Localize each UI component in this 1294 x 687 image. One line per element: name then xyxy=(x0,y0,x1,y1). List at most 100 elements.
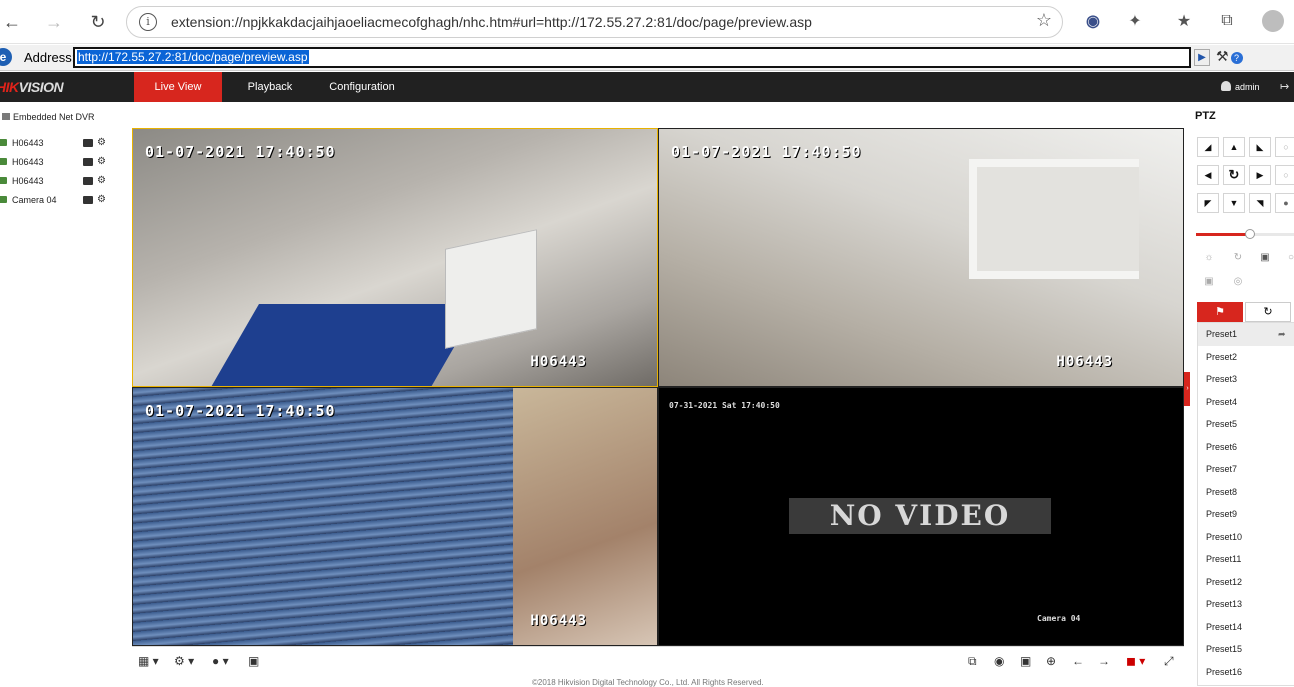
tab-configuration[interactable]: Configuration xyxy=(318,72,406,102)
ptz-up-right-icon[interactable]: ◣ xyxy=(1249,137,1271,157)
prev-page-icon[interactable]: ← xyxy=(1072,654,1084,668)
ptz-icon[interactable]: ⚙ xyxy=(97,194,106,205)
profile-avatar[interactable] xyxy=(1262,10,1284,32)
capture-all-icon[interactable]: ⧉ xyxy=(968,654,977,669)
ptz-speed-slider[interactable] xyxy=(1196,229,1294,239)
preset-label: Preset4 xyxy=(1206,396,1238,407)
video-pane-1[interactable]: 01-07-2021 17:40:50 H06443 xyxy=(132,128,658,387)
record-icon[interactable] xyxy=(83,139,93,147)
preset-item[interactable]: Preset15 xyxy=(1198,638,1294,661)
speed-knob[interactable] xyxy=(1244,229,1255,239)
camera-icon xyxy=(0,158,7,165)
record-icon[interactable] xyxy=(83,196,93,204)
fullscreen-icon[interactable]: ⤢ xyxy=(1164,654,1174,669)
zoom-icon[interactable]: ⊕ xyxy=(1046,654,1056,668)
collections-icon[interactable]: ⧉ xyxy=(1215,9,1239,33)
preset-item[interactable]: Preset3 xyxy=(1198,368,1294,391)
preset-item[interactable]: Preset10 xyxy=(1198,526,1294,549)
tree-camera[interactable]: H06443 ⚙ xyxy=(0,135,132,153)
preset-item[interactable]: Preset5 xyxy=(1198,413,1294,436)
preset-item[interactable]: Preset12 xyxy=(1198,571,1294,594)
preset-item[interactable]: Preset2 xyxy=(1198,346,1294,369)
tree-camera[interactable]: H06443 ⚙ xyxy=(0,173,132,191)
preset-item[interactable]: Preset11 xyxy=(1198,548,1294,571)
zoom-in-icon[interactable]: ○ xyxy=(1275,137,1294,157)
ptz-auto-icon[interactable]: ↻ xyxy=(1223,165,1245,185)
camera-icon[interactable]: ◉ xyxy=(994,654,1004,668)
preset-label: Preset5 xyxy=(1206,419,1238,429)
preset-tabs: ⚑ ↻ xyxy=(1197,302,1294,322)
ptz-down-icon[interactable]: ▼ xyxy=(1223,193,1245,213)
preset-item[interactable]: Preset14 xyxy=(1198,616,1294,639)
video-grid: 01-07-2021 17:40:50 H06443 01-07-2021 17… xyxy=(132,128,1184,646)
ptz-up-icon[interactable]: ▲ xyxy=(1223,137,1245,157)
window-icon[interactable]: ▣ xyxy=(248,654,259,668)
user-menu[interactable]: admin xyxy=(1221,81,1260,92)
next-page-icon[interactable]: → xyxy=(1098,654,1110,668)
auto-focus-icon[interactable]: ▣ xyxy=(1254,249,1276,267)
record-icon[interactable] xyxy=(83,158,93,166)
tab-live-view[interactable]: Live View xyxy=(134,72,222,102)
mute-icon[interactable]: ◼ ▾ xyxy=(1126,654,1145,668)
ptz-down-right-icon[interactable]: ◥ xyxy=(1249,193,1271,213)
logout-icon[interactable]: ↦ xyxy=(1280,80,1289,93)
preset-item[interactable]: Preset7 xyxy=(1198,458,1294,481)
extension-icon[interactable]: ◉ xyxy=(1081,9,1105,33)
preset-tab-icon[interactable]: ⚑ xyxy=(1197,302,1243,322)
favorites-icon[interactable]: ★ xyxy=(1172,9,1196,33)
iris-icon[interactable]: ● xyxy=(1275,193,1294,213)
preset-item[interactable]: Preset9 xyxy=(1198,503,1294,526)
record-icon[interactable] xyxy=(83,177,93,185)
layout-icon[interactable]: ▦ ▾ xyxy=(138,654,159,668)
tree-camera[interactable]: Camera 04 ⚙ xyxy=(0,192,132,210)
ptz-right-icon[interactable]: ▶ xyxy=(1249,165,1271,185)
forward-icon[interactable]: → xyxy=(40,8,68,36)
call-preset-icon[interactable]: ➦ xyxy=(1278,323,1286,345)
ptz-icon[interactable]: ⚙ xyxy=(97,175,106,186)
microphone-icon[interactable]: ● ▾ xyxy=(212,654,229,668)
help-icon[interactable]: ? xyxy=(1230,52,1243,64)
ptz-control-icon[interactable]: ⚙ ▾ xyxy=(174,654,194,668)
omnibox[interactable]: i extension://npjkkakdacjaihjaoeliacmeco… xyxy=(126,6,1063,38)
one-touch-icon[interactable]: ◎ xyxy=(1227,273,1249,291)
puzzle-icon[interactable]: ✦ xyxy=(1123,9,1147,33)
ptz-icon[interactable]: ⚙ xyxy=(97,156,106,167)
osd-camera-name: H06443 xyxy=(530,354,587,370)
site-info-icon[interactable]: i xyxy=(139,13,157,31)
video-pane-4[interactable]: 07-31-2021 Sat 17:40:50 NO VIDEO Camera … xyxy=(658,387,1184,646)
menu-icon[interactable]: ▣ xyxy=(1198,273,1220,291)
preset-item[interactable]: Preset1 ➦ xyxy=(1198,323,1294,346)
ptz-left-icon[interactable]: ◀ xyxy=(1197,165,1219,185)
ptz-up-left-icon[interactable]: ◢ xyxy=(1197,137,1219,157)
patrol-tab-icon[interactable]: ↻ xyxy=(1245,302,1291,322)
preset-label: Preset2 xyxy=(1206,351,1238,362)
wiper-icon[interactable]: ↻ xyxy=(1227,249,1249,267)
video-pane-3[interactable]: 01-07-2021 17:40:50 H06443 xyxy=(132,387,658,646)
tree-root[interactable]: Embedded Net DVR xyxy=(2,112,95,122)
ptz-icon[interactable]: ⚙ xyxy=(97,137,106,148)
address-value[interactable]: http://172.55.27.2:81/doc/page/preview.a… xyxy=(77,50,309,64)
address-field[interactable]: http://172.55.27.2:81/doc/page/preview.a… xyxy=(73,47,1191,68)
reload-icon[interactable]: ↻ xyxy=(84,8,112,36)
preset-item[interactable]: Preset8 xyxy=(1198,481,1294,504)
osd-camera-name: H06443 xyxy=(1056,354,1113,370)
tools-icon[interactable]: ⚒? xyxy=(1216,48,1243,65)
back-icon[interactable]: ← xyxy=(0,8,26,36)
focus-icon[interactable]: ○ xyxy=(1275,165,1294,185)
go-icon[interactable]: ▶ xyxy=(1194,49,1210,66)
preset-item[interactable]: Preset4 xyxy=(1198,391,1294,414)
lens-init-icon[interactable]: ○ xyxy=(1280,249,1294,267)
preset-item[interactable]: Preset13 xyxy=(1198,593,1294,616)
ptz-panel: PTZ ◢ ▲ ◣ ○ ◀ ↻ ▶ ○ ◤ ▼ ◥ ● ☼ ↻ ▣ ○ ▣ ◎ … xyxy=(1190,102,1294,686)
ptz-down-left-icon[interactable]: ◤ xyxy=(1197,193,1219,213)
omnibox-url[interactable]: extension://npjkkakdacjaihjaoeliacmecofg… xyxy=(171,14,812,30)
tab-playback[interactable]: Playback xyxy=(231,72,309,102)
app-navbar: HIKVISION Live View Playback Configurati… xyxy=(0,72,1294,102)
video-pane-2[interactable]: 01-07-2021 17:40:50 H06443 xyxy=(658,128,1184,387)
preset-item[interactable]: Preset6 xyxy=(1198,436,1294,459)
tree-camera[interactable]: H06443 ⚙ xyxy=(0,154,132,172)
record-icon[interactable]: ▣ xyxy=(1020,654,1031,668)
light-icon[interactable]: ☼ xyxy=(1198,249,1220,267)
preset-item[interactable]: Preset16 xyxy=(1198,661,1294,684)
bookmark-star-icon[interactable]: ☆ xyxy=(1036,10,1052,31)
